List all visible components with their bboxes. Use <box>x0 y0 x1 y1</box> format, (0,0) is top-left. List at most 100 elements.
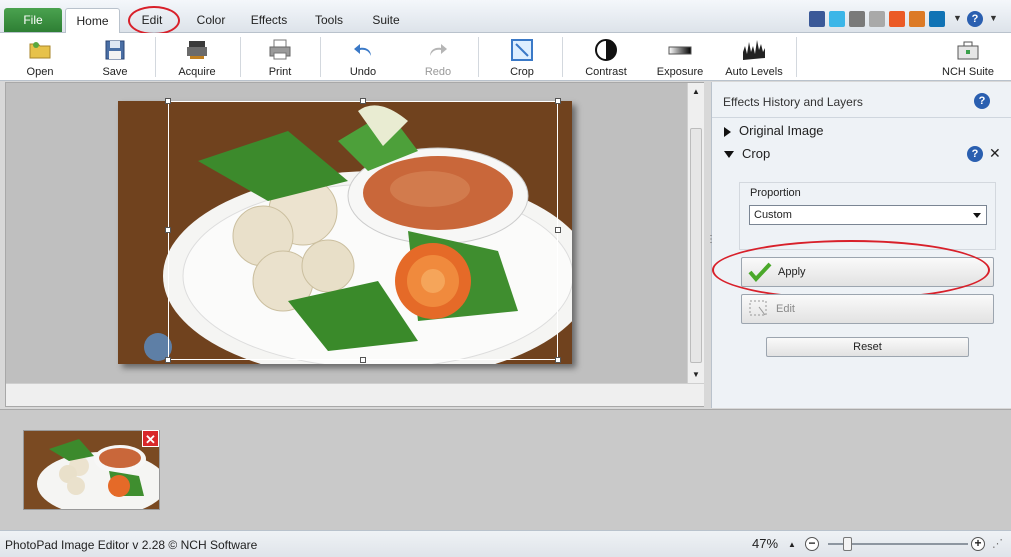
facebook-icon[interactable] <box>809 11 825 27</box>
twitter-icon[interactable] <box>829 11 845 27</box>
apply-highlight-circle <box>712 240 990 300</box>
histogram-icon <box>743 40 765 60</box>
contrast-button[interactable]: Contrast <box>582 33 630 81</box>
crop-handle[interactable] <box>165 357 171 363</box>
tab-suite[interactable]: Suite <box>362 8 410 32</box>
layer-crop[interactable]: Crop <box>724 146 770 161</box>
edit-label: Edit <box>776 303 795 315</box>
nch-suite-button[interactable]: NCH Suite <box>940 33 996 81</box>
undo-arrow-icon <box>354 44 371 56</box>
folder-icon <box>29 42 51 59</box>
toolbar-divider <box>562 37 563 77</box>
reset-button[interactable]: Reset <box>766 337 969 357</box>
toolbar-divider <box>796 37 797 77</box>
toolbar-divider <box>240 37 241 77</box>
toolbar-divider <box>155 37 156 77</box>
zoom-out-button[interactable]: − <box>805 537 819 551</box>
image-thumbnail[interactable] <box>23 430 160 510</box>
menu-bar: File Home Edit Color Effects Tools Suite… <box>0 0 1011 35</box>
panel-title: Effects History and Layers <box>723 95 863 109</box>
crop-button[interactable]: Crop <box>502 33 542 81</box>
exposure-button[interactable]: Exposure <box>654 33 706 81</box>
tab-home[interactable]: Home <box>65 8 120 34</box>
close-thumbnail-icon[interactable]: ✕ <box>142 430 159 447</box>
close-icon[interactable]: ✕ <box>989 145 1001 162</box>
save-label: Save <box>102 66 128 78</box>
stumbleupon-icon[interactable] <box>889 11 905 27</box>
status-text: PhotoPad Image Editor v 2.28 © NCH Softw… <box>5 538 258 552</box>
crop-handle[interactable] <box>165 98 171 104</box>
crop-handle[interactable] <box>360 98 366 104</box>
thumbnail-image <box>24 431 159 509</box>
help-icon[interactable]: ? <box>967 11 983 27</box>
acquire-button[interactable]: Acquire <box>172 33 222 81</box>
share-icon[interactable] <box>909 11 925 27</box>
auto-levels-button[interactable]: Auto Levels <box>724 33 784 81</box>
exposure-icon <box>668 46 692 55</box>
redo-label: Redo <box>424 66 452 78</box>
toolbox-icon <box>957 41 979 60</box>
open-label: Open <box>26 66 54 78</box>
undo-label: Undo <box>349 66 377 78</box>
status-bar: PhotoPad Image Editor v 2.28 © NCH Softw… <box>0 530 1011 557</box>
acquire-label: Acquire <box>178 66 216 78</box>
crop-handle[interactable] <box>360 357 366 363</box>
crop-icon <box>511 39 533 61</box>
chevron-down-icon[interactable]: ▼ <box>989 13 998 23</box>
toolbar: Open Save Acquire Print Undo Redo Crop C… <box>0 33 1011 81</box>
proportion-select[interactable]: Custom <box>749 205 987 225</box>
proportion-label: Proportion <box>750 187 801 199</box>
layer-label: Crop <box>742 146 771 161</box>
undo-button[interactable]: Undo <box>343 33 383 81</box>
toolbar-divider <box>320 37 321 77</box>
crop-handle[interactable] <box>555 227 561 233</box>
vertical-scrollbar[interactable]: ▲ ▼ <box>687 83 704 383</box>
panel-header: Effects History and Layers ? <box>712 82 1011 118</box>
scroll-up-icon[interactable]: ▲ <box>692 87 700 96</box>
zoom-dropdown-icon[interactable]: ▲ <box>788 540 796 549</box>
redo-button[interactable]: Redo <box>418 33 458 81</box>
tab-effects[interactable]: Effects <box>243 8 295 32</box>
edit-button[interactable]: Edit <box>741 294 994 324</box>
layer-original-image[interactable]: Original Image <box>724 123 824 138</box>
delicious-icon[interactable] <box>869 11 885 27</box>
proportion-value: Custom <box>754 209 792 221</box>
contrast-icon <box>595 39 617 61</box>
chevron-down-icon <box>973 213 981 218</box>
crop-selection-box[interactable] <box>168 101 558 360</box>
nch-suite-label: NCH Suite <box>942 66 994 78</box>
chevron-down-icon[interactable]: ▼ <box>953 13 962 23</box>
crop-handle[interactable] <box>165 227 171 233</box>
effects-panel: Effects History and Layers ? Original Im… <box>706 82 1011 408</box>
expand-arrow-icon <box>724 126 731 137</box>
tab-tools[interactable]: Tools <box>305 8 353 32</box>
edit-highlight-circle <box>128 6 180 35</box>
plus-icon[interactable] <box>849 11 865 27</box>
linkedin-icon[interactable] <box>929 11 945 27</box>
scrollbar-thumb[interactable] <box>690 128 702 363</box>
crop-handle[interactable] <box>555 357 561 363</box>
save-button[interactable]: Save <box>95 33 135 81</box>
tab-color[interactable]: Color <box>188 8 234 32</box>
tab-file[interactable]: File <box>4 8 62 32</box>
print-label: Print <box>268 66 292 78</box>
layer-label: Original Image <box>739 123 824 138</box>
auto-levels-label: Auto Levels <box>725 66 783 78</box>
toolbar-divider <box>478 37 479 77</box>
crop-label: Crop <box>510 66 534 78</box>
contrast-label: Contrast <box>585 66 627 78</box>
reset-label: Reset <box>853 341 882 353</box>
help-icon[interactable]: ? <box>967 146 983 162</box>
print-button[interactable]: Print <box>260 33 300 81</box>
zoom-slider-thumb[interactable] <box>843 537 852 551</box>
panel-resize-grip[interactable]: ⋮ <box>706 234 716 245</box>
help-icon[interactable]: ? <box>974 93 990 109</box>
thumbnail-strip: ✕ <box>0 409 1011 530</box>
open-button[interactable]: Open <box>20 33 60 81</box>
image-canvas[interactable]: ▲ ▼ <box>5 82 704 407</box>
scroll-down-icon[interactable]: ▼ <box>692 370 700 379</box>
horizontal-scrollbar[interactable] <box>6 383 704 406</box>
zoom-in-button[interactable]: + <box>971 537 985 551</box>
crop-handle[interactable] <box>555 98 561 104</box>
resize-grip-icon[interactable]: ⋰ <box>992 537 1003 550</box>
